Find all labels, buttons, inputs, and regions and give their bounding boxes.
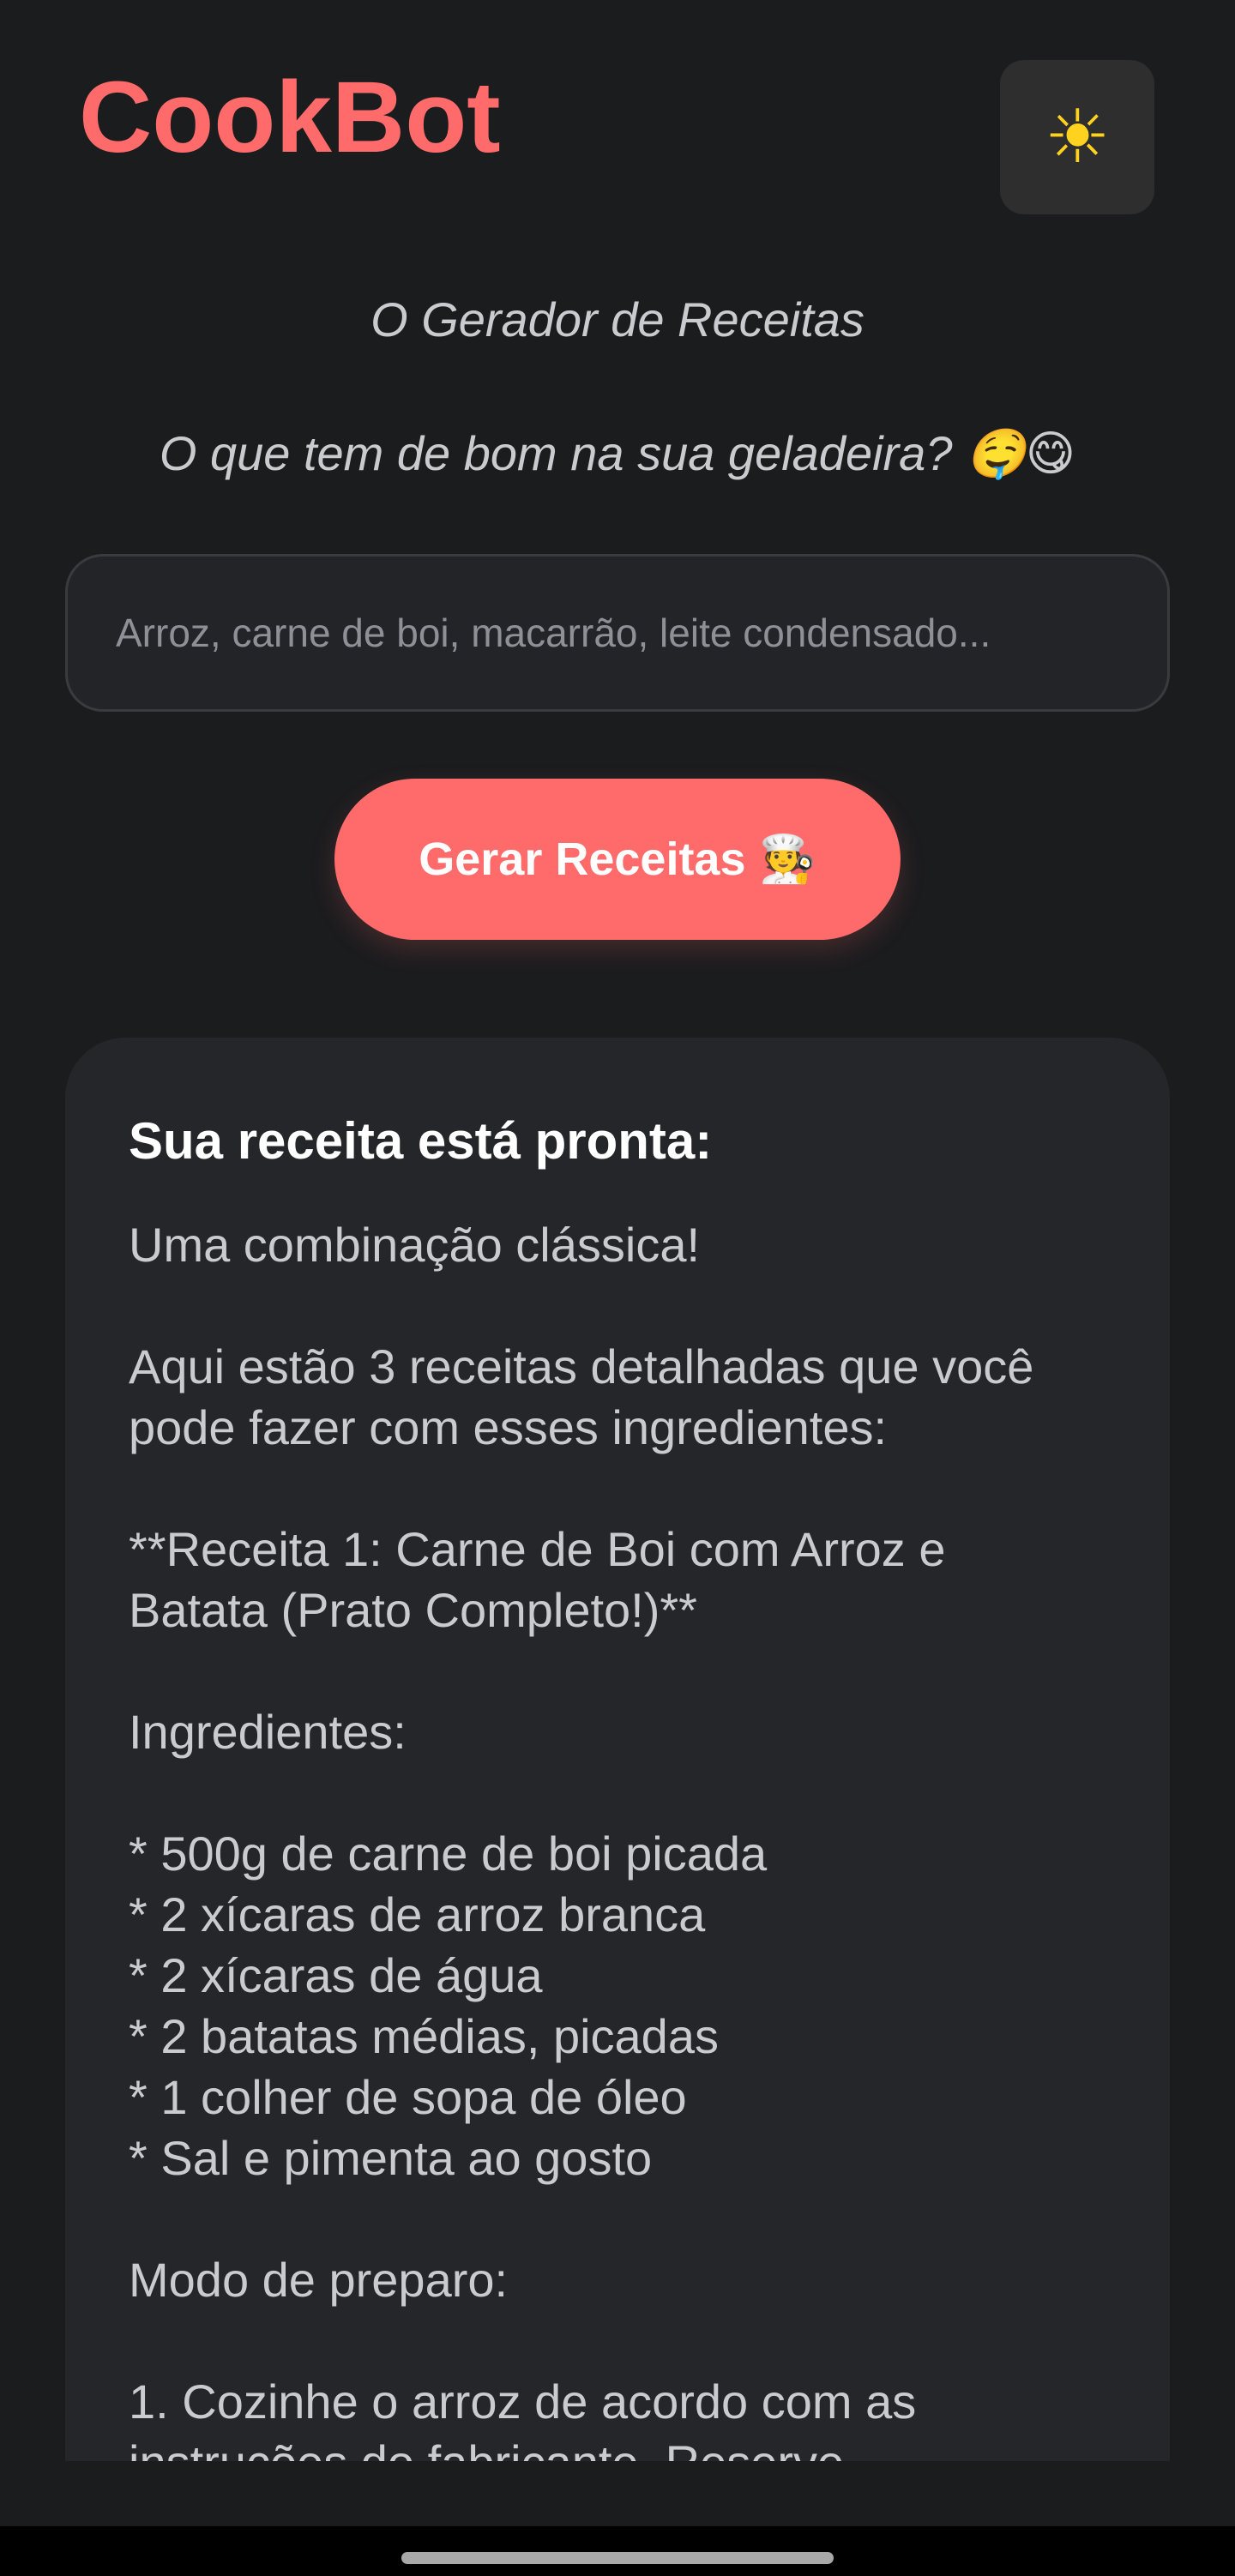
app-screen: CookBot ☀ O Gerador de Receitas O que te… [0, 0, 1235, 2576]
recipe-line [129, 2310, 1115, 2371]
fridge-question: O que tem de bom na sua geladeira? 🤤😋 [159, 426, 1076, 480]
recipe-line: **Receita 1: Carne de Boi com Arroz e [129, 1522, 946, 1576]
generate-recipes-button[interactable]: Gerar Receitas 🧑‍🍳 [334, 779, 901, 940]
recipe-line [129, 1458, 1115, 1519]
recipe-line: Batata (Prato Completo!)** [129, 1583, 697, 1637]
recipe-text: Uma combinação clássica! Aqui estão 3 re… [129, 1214, 1115, 2461]
sun-icon: ☀ [1044, 94, 1111, 180]
recipe-line: Aqui estão 3 receitas detalhadas que voc… [129, 1339, 1034, 1393]
recipe-line: * 2 xícaras de arroz branca [129, 1887, 706, 1941]
theme-toggle-button[interactable]: ☀ [1000, 60, 1154, 214]
recipe-line: * 2 batatas médias, picadas [129, 2009, 719, 2063]
recipe-line: instruções do fabricante. Reserve. [129, 2432, 1115, 2461]
recipe-line: * 2 xícaras de água [129, 1948, 543, 2002]
recipe-line: Ingredientes: [129, 1705, 407, 1759]
recipe-line: pode fazer com esses ingredientes: [129, 1400, 888, 1454]
page-subtitle: O Gerador de Receitas [370, 292, 864, 346]
home-indicator[interactable] [401, 2552, 834, 2564]
recipe-line [129, 2188, 1115, 2249]
recipe-line: 1. Cozinhe o arroz de acordo com as [129, 2374, 917, 2429]
result-title: Sua receita está pronta: [129, 1112, 713, 1170]
recipe-line [129, 1762, 1115, 1823]
recipe-line: Modo de preparo: [129, 2253, 509, 2307]
recipe-line: * 1 colher de sopa de óleo [129, 2070, 687, 2124]
recipe-line: * 500g de carne de boi picada [129, 1827, 768, 1881]
recipe-result-card: Sua receita está pronta: Uma combinação … [65, 1038, 1170, 2461]
app-logo: CookBot [79, 61, 501, 174]
recipe-line [129, 1640, 1115, 1701]
system-navigation-bar [0, 2526, 1235, 2576]
recipe-line [129, 1275, 1115, 1336]
recipe-line: Uma combinação clássica! [129, 1218, 701, 1272]
ingredients-input[interactable] [65, 554, 1170, 712]
recipe-line: * Sal e pimenta ao gosto [129, 2131, 653, 2185]
